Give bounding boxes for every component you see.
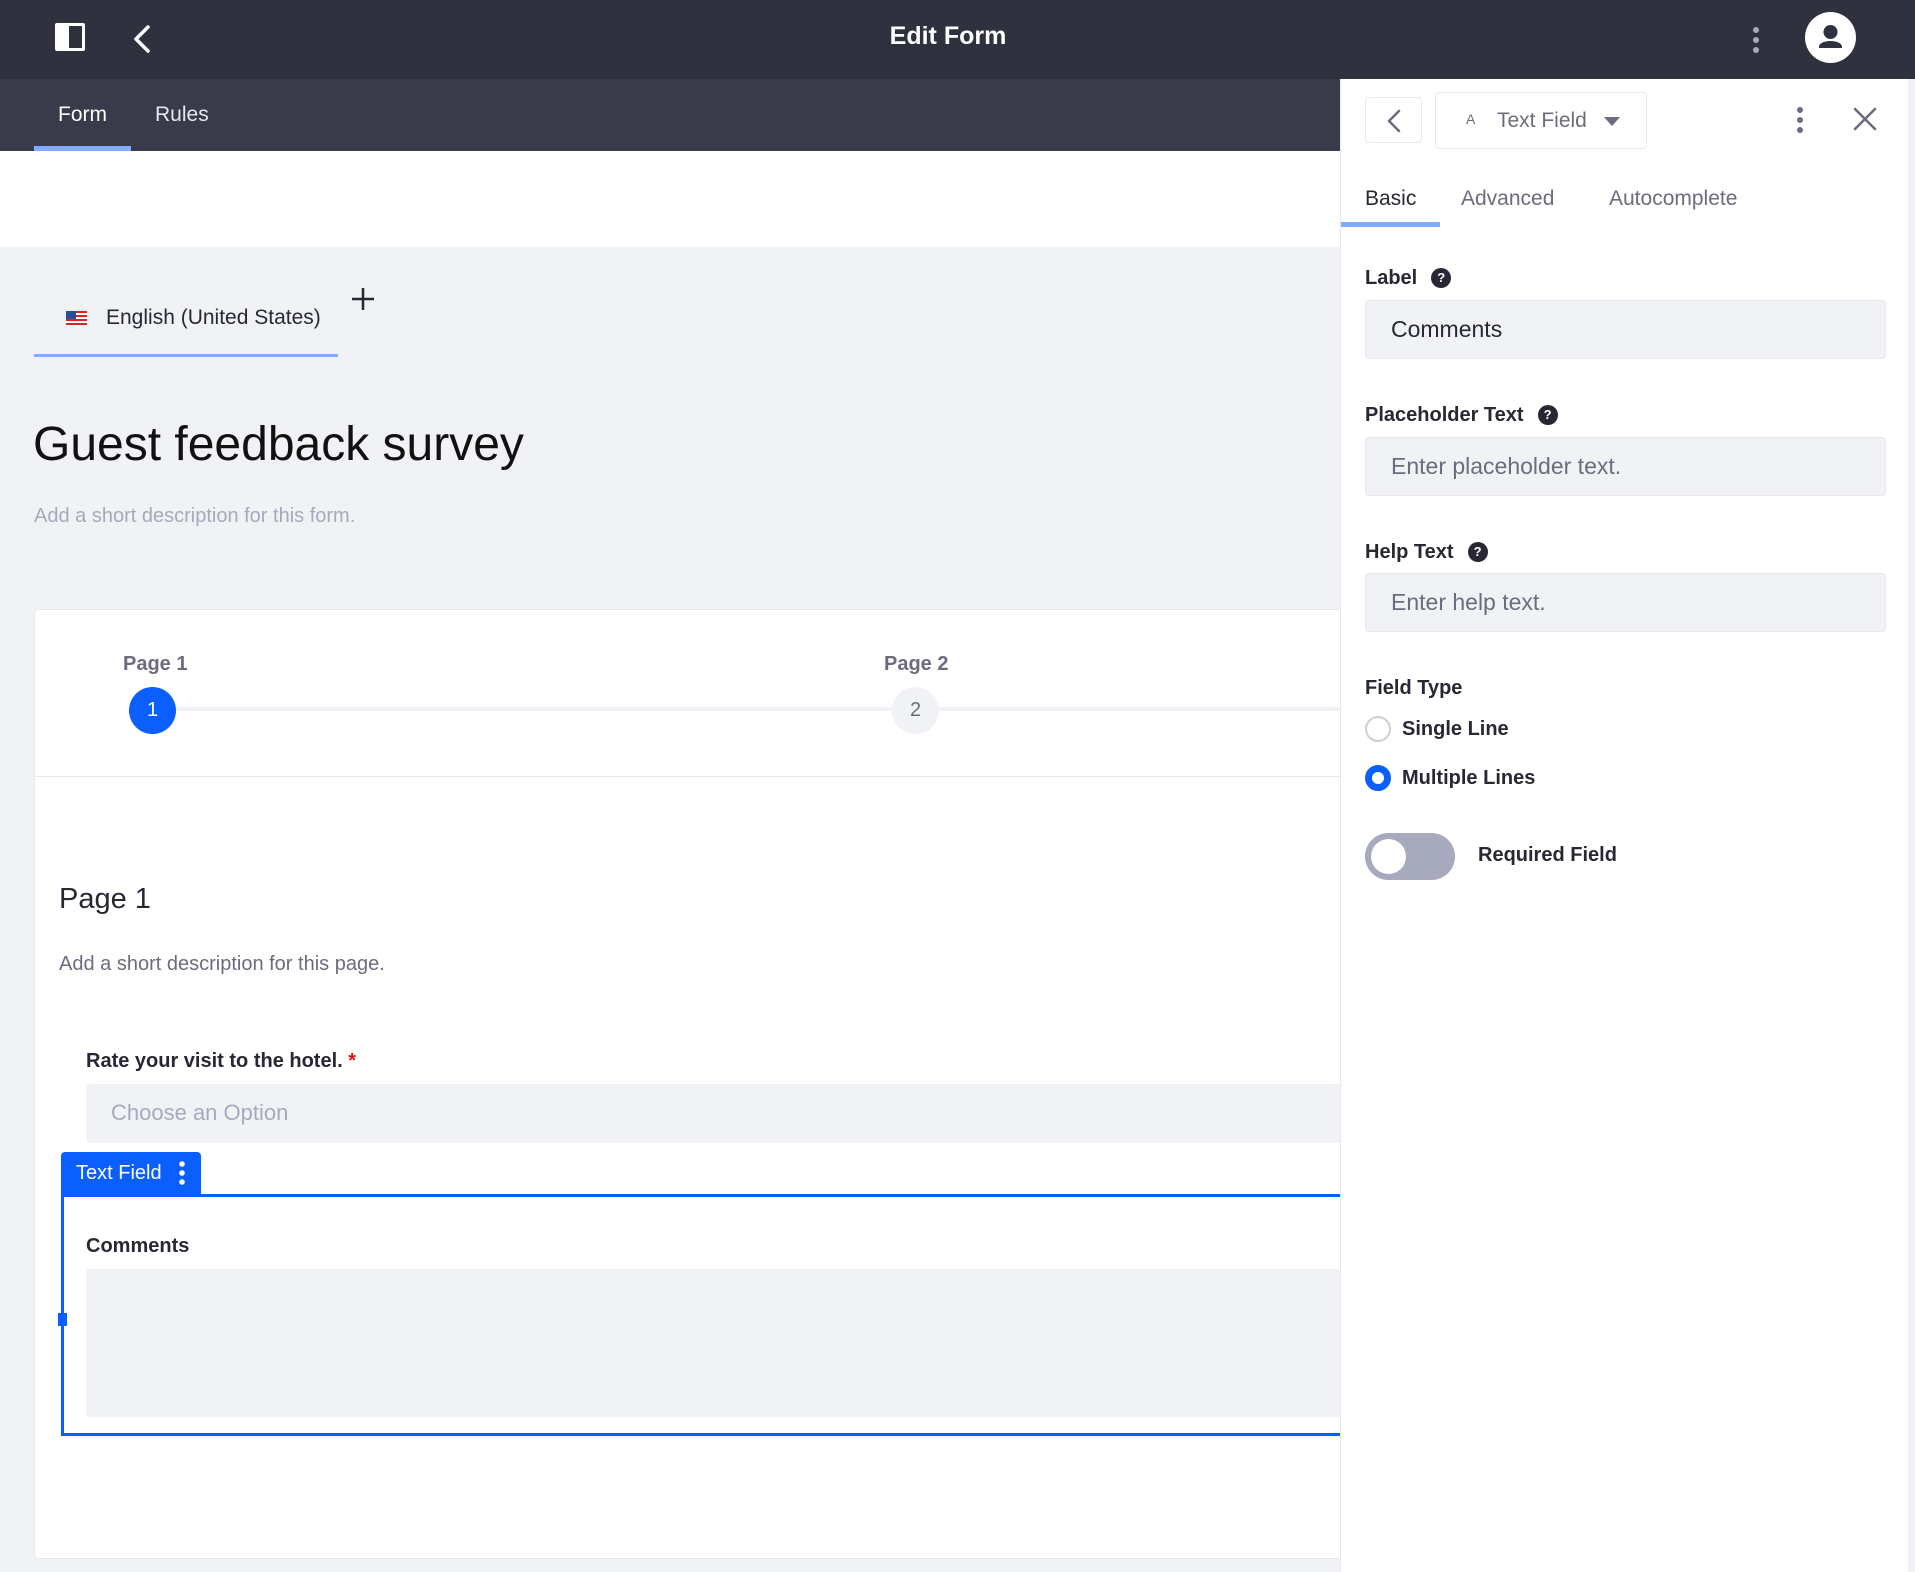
radio-single-line[interactable] [1365,716,1391,742]
user-icon [1819,25,1842,48]
more-options-icon[interactable] [1748,24,1764,56]
form-tabs: Form Rules [0,79,1340,151]
form-card: Page 1 1 Page 2 2 Page 1 Add a short des… [34,609,1386,1559]
help-title-text: Help Text [1365,541,1454,563]
label-setting-title: Label? [1365,267,1452,290]
help-icon[interactable]: ? [1537,405,1558,425]
pager-step-1[interactable]: 1 [129,687,176,734]
page-heading[interactable]: Page 1 [59,883,151,916]
rate-label-text: Rate your visit to the hotel. [86,1050,343,1072]
help-text-input[interactable]: Enter help text. [1365,573,1886,632]
form-title[interactable]: Guest feedback survey [33,417,524,472]
toolbar-band [0,151,1340,247]
sidebar-tabs: Basic Advanced Autocomplete [1341,163,1909,235]
pager-label-1: Page 1 [123,653,188,675]
single-line-label[interactable]: Single Line [1402,718,1509,741]
placeholder-input[interactable]: Enter placeholder text. [1365,437,1886,496]
add-language-icon[interactable] [348,284,378,314]
resize-handle[interactable] [58,1313,67,1326]
pager-step-2[interactable]: 2 [892,687,939,734]
close-icon[interactable] [1849,103,1881,135]
chevron-left-icon [1387,109,1401,133]
form-description[interactable]: Add a short description for this form. [34,505,355,528]
placeholder-setting-title: Placeholder Text? [1365,404,1558,427]
rate-select[interactable]: Choose an Option [86,1084,1376,1143]
comments-field-label: Comments [86,1235,190,1257]
field-type-dropdown[interactable]: A Text Field [1435,92,1647,149]
required-field-label: Required Field [1478,844,1617,866]
page-description[interactable]: Add a short description for this page. [59,953,385,976]
top-bar: Edit Form [0,0,1915,79]
sidebar-scrollbar[interactable] [1908,79,1915,1572]
page-title: Edit Form [889,22,1007,50]
us-flag-icon [66,311,87,326]
language-label: English (United States) [106,306,321,329]
field-type-title: Field Type [1365,677,1463,699]
required-asterisk: * [348,1050,357,1072]
selected-field-chip[interactable]: Text Field [61,1152,201,1194]
pager-track [153,707,1353,711]
page-navigator: Page 1 1 Page 2 2 [35,610,1353,777]
tab-basic[interactable]: Basic [1341,163,1441,235]
comments-textarea[interactable] [86,1269,1386,1417]
multiple-lines-label[interactable]: Multiple Lines [1402,767,1535,790]
rate-field-label: Rate your visit to the hotel. * [86,1050,356,1073]
tab-rules[interactable]: Rules [131,79,233,151]
placeholder-title-text: Placeholder Text [1365,404,1524,426]
field-settings-sidebar: A Text Field Basic Advanced Autocomplete… [1340,79,1908,1572]
caret-down-icon [1604,117,1620,126]
field-options-icon[interactable] [177,1159,187,1187]
sidebar-back-button[interactable] [1365,97,1422,143]
field-type-label: Text Field [1497,109,1587,132]
language-tab[interactable]: English (United States) [34,292,338,357]
help-setting-title: Help Text? [1365,541,1488,564]
sidebar-header: A Text Field [1341,79,1909,163]
radio-multiple-lines[interactable] [1365,765,1391,791]
help-icon[interactable]: ? [1467,542,1488,562]
rate-select-placeholder: Choose an Option [111,1100,289,1125]
label-title-text: Label [1365,267,1418,289]
sidebar-more-icon[interactable] [1793,104,1807,136]
pager-label-2: Page 2 [884,653,949,675]
tab-advanced[interactable]: Advanced [1437,163,1578,235]
label-input[interactable]: Comments [1365,300,1886,359]
text-type-icon: A [1466,111,1476,127]
required-toggle[interactable] [1365,833,1455,880]
tab-autocomplete[interactable]: Autocomplete [1585,163,1761,235]
field-chip-label: Text Field [76,1162,162,1184]
selected-field[interactable]: Comments [58,1194,1386,1436]
user-avatar[interactable] [1805,12,1856,63]
tab-form[interactable]: Form [34,79,131,151]
help-icon[interactable]: ? [1431,268,1452,288]
